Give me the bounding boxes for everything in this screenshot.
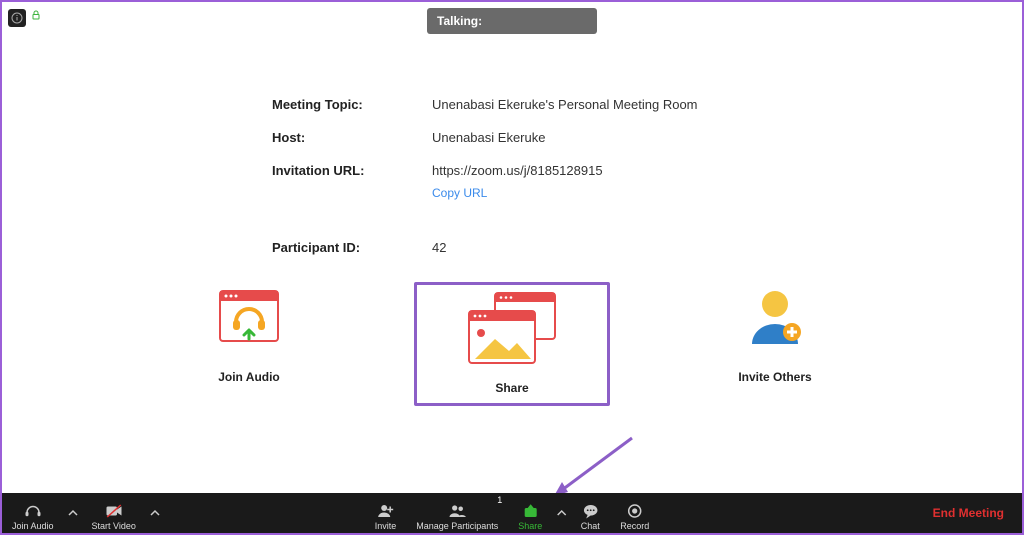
video-chevron-up-icon[interactable]: [146, 493, 164, 533]
meeting-toolbar: Join Audio Start Video Invite 1 Manage P…: [2, 493, 1022, 533]
meeting-topic-value: Unenabasi Ekeruke's Personal Meeting Roo…: [432, 97, 698, 112]
toolbar-invite[interactable]: Invite: [365, 493, 407, 533]
invite-others-label: Invite Others: [738, 370, 811, 384]
toolbar-share[interactable]: Share: [508, 493, 552, 533]
toolbar-manage-participants[interactable]: 1 Manage Participants: [406, 493, 508, 533]
info-icon[interactable]: [8, 9, 26, 27]
talking-indicator: Talking:: [427, 8, 597, 34]
participant-id-label: Participant ID:: [272, 240, 432, 255]
toolbar-start-video[interactable]: Start Video: [82, 493, 146, 533]
invitation-url-label: Invitation URL:: [272, 163, 432, 178]
audio-chevron-up-icon[interactable]: [64, 493, 82, 533]
host-label: Host:: [272, 130, 432, 145]
participants-count-badge: 1: [497, 495, 502, 505]
meeting-info-panel: Meeting Topic: Unenabasi Ekeruke's Perso…: [272, 97, 872, 273]
invite-others-card[interactable]: Invite Others: [730, 282, 820, 406]
host-value: Unenabasi Ekeruke: [432, 130, 545, 145]
meeting-topic-label: Meeting Topic:: [272, 97, 432, 112]
join-audio-card[interactable]: Join Audio: [204, 282, 294, 406]
join-audio-label: Join Audio: [218, 370, 280, 384]
invite-others-icon: [730, 282, 820, 352]
share-label: Share: [495, 381, 528, 395]
share-card-highlighted[interactable]: Share: [414, 282, 610, 406]
copy-url-link[interactable]: Copy URL: [432, 186, 487, 200]
toolbar-join-audio[interactable]: Join Audio: [2, 493, 64, 533]
join-audio-icon: [204, 282, 294, 352]
share-icon: [457, 293, 567, 363]
talking-label: Talking:: [437, 14, 482, 28]
share-chevron-up-icon[interactable]: [552, 493, 570, 533]
end-meeting-button[interactable]: End Meeting: [933, 506, 1004, 520]
toolbar-chat[interactable]: Chat: [570, 493, 610, 533]
participant-id-value: 42: [432, 240, 446, 255]
lock-icon: [30, 8, 42, 27]
invitation-url-value: https://zoom.us/j/8185128915: [432, 163, 603, 178]
toolbar-record[interactable]: Record: [610, 493, 659, 533]
